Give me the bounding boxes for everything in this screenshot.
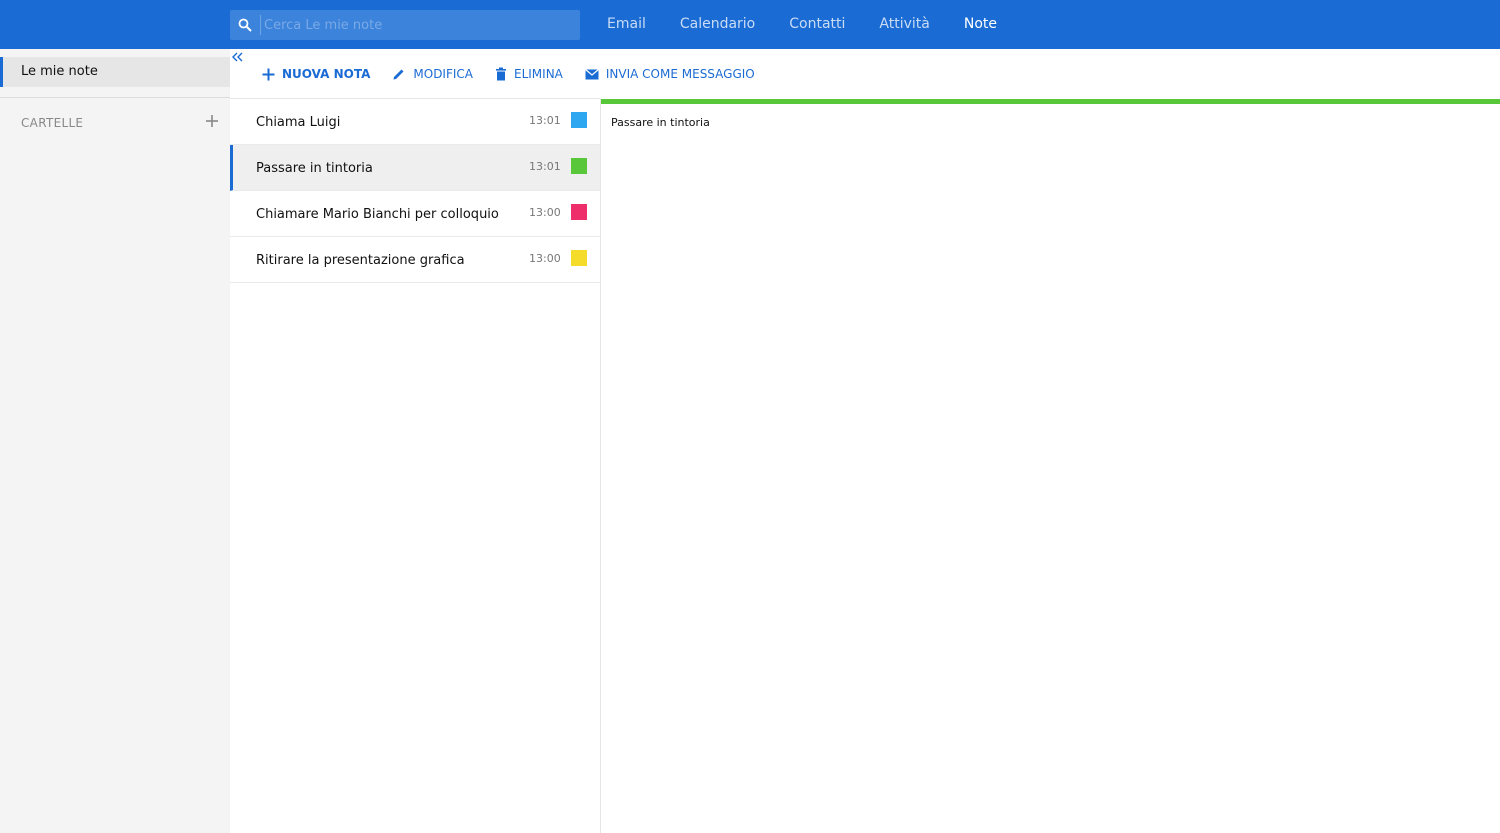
- note-time: 13:01: [529, 114, 561, 127]
- search-icon: [238, 18, 252, 32]
- note-color-swatch: [571, 250, 587, 266]
- delete-label: ELIMINA: [514, 67, 563, 81]
- note-toolbar: NUOVA NOTA MODIFICA ELIMINA INVIA COME M…: [262, 62, 777, 86]
- delete-button[interactable]: ELIMINA: [495, 67, 563, 81]
- sidebar-divider: [0, 97, 230, 98]
- folder-sidebar: Le mie note CARTELLE: [0, 49, 230, 833]
- new-note-button[interactable]: NUOVA NOTA: [262, 67, 370, 81]
- nav-calendario[interactable]: Calendario: [663, 0, 772, 49]
- note-color-swatch: [571, 204, 587, 220]
- folders-section-label: CARTELLE: [21, 116, 84, 130]
- note-title: Ritirare la presentazione grafica: [256, 253, 465, 268]
- new-note-label: NUOVA NOTA: [282, 67, 371, 81]
- search-divider: [260, 15, 261, 35]
- edit-button[interactable]: MODIFICA: [392, 67, 473, 81]
- column-divider: [600, 99, 601, 833]
- nav-contatti[interactable]: Contatti: [772, 0, 862, 49]
- plus-icon[interactable]: [204, 113, 220, 129]
- note-time: 13:01: [529, 160, 561, 173]
- note-list-item-selected[interactable]: Passare in tintoria 13:01: [230, 145, 600, 191]
- nav-email[interactable]: Email: [590, 0, 663, 49]
- note-list-item[interactable]: Chiamare Mario Bianchi per colloquio 13:…: [230, 191, 600, 237]
- top-bar: Email Calendario Contatti Attività Note: [0, 0, 1500, 49]
- note-title: Chiama Luigi: [256, 115, 341, 130]
- nav-attivita[interactable]: Attività: [862, 0, 946, 49]
- search-box[interactable]: [230, 10, 580, 40]
- send-as-message-label: INVIA COME MESSAGGIO: [605, 67, 755, 81]
- note-title: Chiamare Mario Bianchi per colloquio: [256, 207, 499, 222]
- note-color-swatch: [571, 112, 587, 128]
- send-as-message-button[interactable]: INVIA COME MESSAGGIO: [585, 67, 755, 81]
- note-time: 13:00: [529, 206, 561, 219]
- nav-note[interactable]: Note: [947, 0, 1014, 49]
- note-content[interactable]: Passare in tintoria: [611, 116, 710, 129]
- trash-icon: [496, 67, 506, 81]
- note-color-bar: [601, 99, 1500, 104]
- note-list-item[interactable]: Ritirare la presentazione grafica 13:00: [230, 237, 600, 283]
- top-navigation: Email Calendario Contatti Attività Note: [590, 0, 1014, 49]
- envelope-icon: [585, 68, 599, 79]
- search-input[interactable]: [264, 10, 574, 40]
- edit-label: MODIFICA: [413, 67, 473, 81]
- note-list-item[interactable]: Chiama Luigi 13:01: [230, 99, 600, 145]
- note-color-swatch: [571, 158, 587, 174]
- folder-item-le-mie-note[interactable]: Le mie note: [0, 57, 230, 87]
- plus-icon: [262, 68, 275, 80]
- double-chevron-left-icon[interactable]: [232, 51, 244, 63]
- note-time: 13:00: [529, 252, 561, 265]
- pencil-icon: [393, 69, 404, 80]
- note-title: Passare in tintoria: [256, 161, 373, 176]
- note-list: Chiama Luigi 13:01 Passare in tintoria 1…: [230, 99, 600, 283]
